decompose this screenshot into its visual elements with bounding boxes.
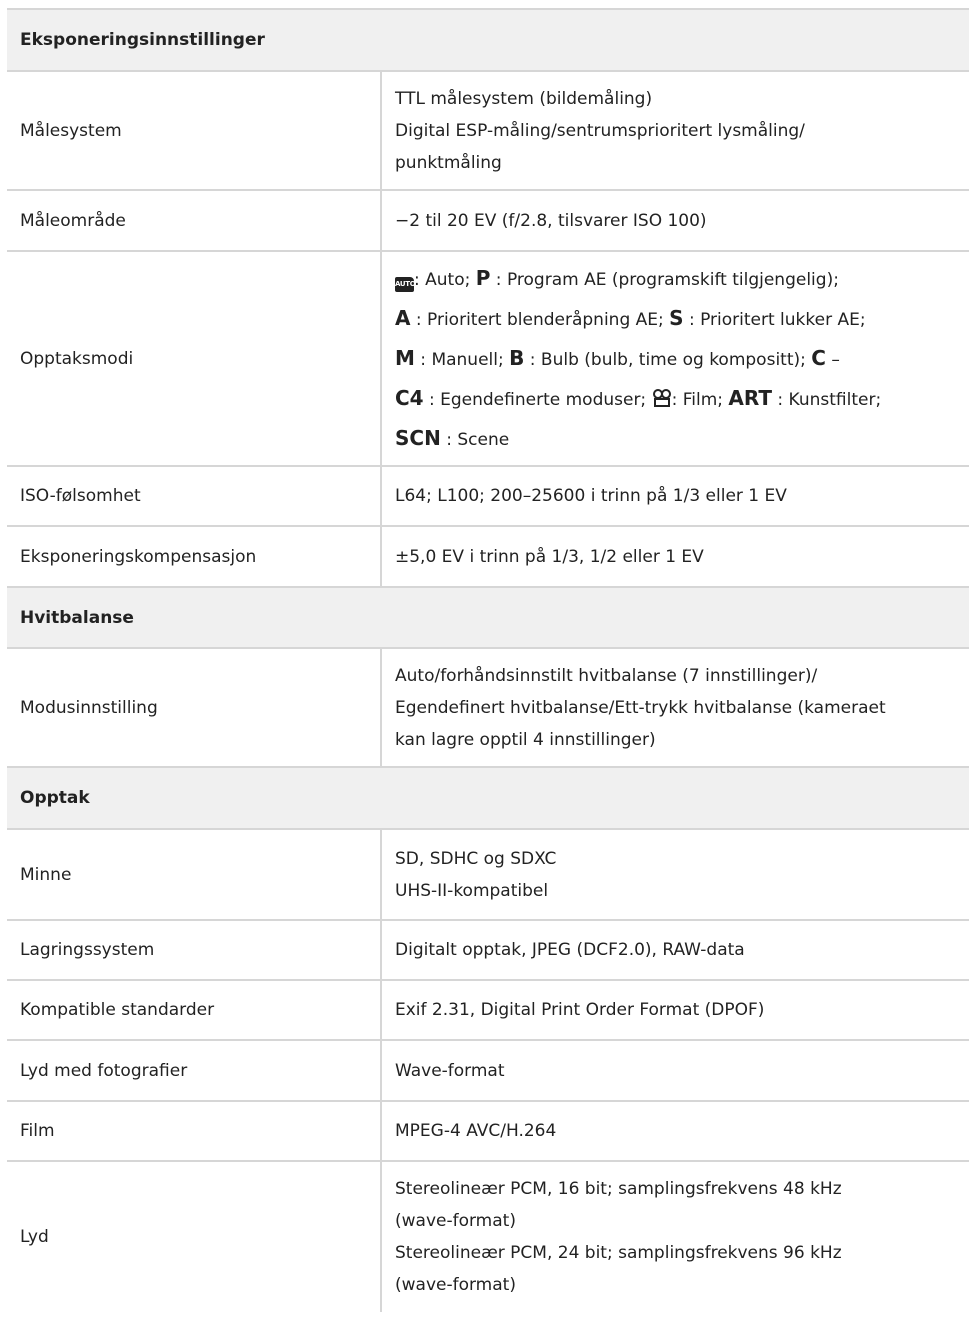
row-value: Wave-format	[382, 1041, 969, 1100]
row-label: ISO-følsomhet	[7, 467, 382, 525]
row-value: Auto/forhåndsinnstilt hvitbalanse (7 inn…	[382, 649, 969, 766]
section-header-exposure: Eksponeringsinnstillinger	[7, 10, 969, 72]
row-label: Minne	[7, 830, 382, 919]
row-label: Film	[7, 1102, 382, 1160]
text: : Program AE (programskift tilgjengelig)…	[490, 269, 839, 290]
row-label: Lagringssystem	[7, 921, 382, 979]
section-header-recording: Opptak	[7, 768, 969, 830]
value-line: Egendefinert hvitbalanse/Ett-trykk hvitb…	[395, 697, 886, 718]
row-label: Lyd med fotografier	[7, 1041, 382, 1100]
table-row: Måleområde −2 til 20 EV (f/2.8, tilsvare…	[7, 191, 969, 252]
mode-letter: P	[475, 265, 491, 290]
section-title: Hvitbalanse	[20, 607, 134, 628]
mode-letter: S	[669, 305, 684, 330]
value-line: Digitalt opptak, JPEG (DCF2.0), RAW-data	[395, 940, 745, 960]
value-line: MPEG-4 AVC/H.264	[395, 1121, 557, 1141]
value-line: (wave-format)	[395, 1275, 516, 1295]
row-label: Modusinnstilling	[7, 649, 382, 766]
value-line: Digital ESP-måling/sentrumsprioritert ly…	[395, 120, 805, 141]
value-line: kan lagre opptil 4 innstillinger)	[395, 729, 656, 750]
table-row: Lagringssystem Digitalt opptak, JPEG (DC…	[7, 921, 969, 981]
table-row: Lyd med fotografier Wave-format	[7, 1041, 969, 1102]
section-title: Eksponeringsinnstillinger	[20, 30, 265, 50]
row-value: L64; L100; 200–25600 i trinn på 1/3 elle…	[382, 467, 969, 525]
section-title: Opptak	[20, 788, 90, 808]
value-line: Stereolineær PCM, 24 bit; samplingsfrekv…	[395, 1243, 842, 1263]
value-line: ±5,0 EV i trinn på 1/3, 1/2 eller 1 EV	[395, 546, 704, 567]
text: : Manuell;	[414, 349, 510, 370]
text: –	[825, 349, 840, 370]
text: : Film;	[671, 389, 729, 410]
value-line: M : Manuell; B : Bulb (bulb, time og kom…	[395, 339, 959, 379]
mode-letter: M	[395, 345, 415, 370]
auto-mode-icon: AUTO	[395, 276, 416, 292]
movie-camera-icon	[652, 388, 671, 407]
text: : Egendefinerte moduser;	[423, 389, 652, 410]
row-label: Kompatible standarder	[7, 981, 382, 1039]
table-row: Film MPEG-4 AVC/H.264	[7, 1102, 969, 1162]
value-line: A : Prioritert blenderåpning AE; S : Pri…	[395, 299, 959, 339]
row-value: Stereolineær PCM, 16 bit; samplingsfrekv…	[382, 1162, 969, 1312]
value-line: Exif 2.31, Digital Print Order Format (D…	[395, 1000, 765, 1020]
value-line: (wave-format)	[395, 1211, 516, 1231]
row-label: Eksponeringskompensasjon	[7, 527, 382, 586]
value-line: UHS-II-kompatibel	[395, 880, 549, 901]
row-value: SD, SDHC og SDXC UHS-II-kompatibel	[382, 830, 969, 919]
value-line: SD, SDHC og SDXC	[395, 848, 557, 869]
value-line: SCN : Scene	[395, 419, 959, 459]
mode-letter: B	[509, 345, 525, 370]
value-line: Stereolineær PCM, 16 bit; samplingsfrekv…	[395, 1179, 842, 1199]
row-value: Exif 2.31, Digital Print Order Format (D…	[382, 981, 969, 1039]
value-line: C4 : Egendefinerte moduser; : Film; ART …	[395, 379, 959, 419]
value-line: AUTO: Auto; P : Program AE (programskift…	[395, 259, 959, 299]
mode-letter: SCN	[395, 425, 441, 450]
row-value: Digitalt opptak, JPEG (DCF2.0), RAW-data	[382, 921, 969, 979]
table-row: Eksponeringskompensasjon ±5,0 EV i trinn…	[7, 527, 969, 588]
mode-letter: C	[811, 345, 826, 370]
table-row: Minne SD, SDHC og SDXC UHS-II-kompatibel	[7, 830, 969, 921]
spec-table: Eksponeringsinnstillinger Målesystem TTL…	[7, 8, 969, 1312]
row-value: ±5,0 EV i trinn på 1/3, 1/2 eller 1 EV	[382, 527, 969, 586]
row-label: Målesystem	[7, 72, 382, 189]
mode-letter: C4	[395, 385, 424, 410]
text: : Bulb (bulb, time og kompositt);	[524, 349, 812, 370]
text: : Prioritert lukker AE;	[683, 309, 866, 330]
mode-letter: A	[395, 305, 411, 330]
value-line: Wave-format	[395, 1060, 505, 1081]
text: : Auto;	[414, 269, 476, 290]
row-value: MPEG-4 AVC/H.264	[382, 1102, 969, 1160]
table-row: Modusinnstilling Auto/forhåndsinnstilt h…	[7, 649, 969, 768]
table-row: Opptaksmodi AUTO: Auto; P : Program AE (…	[7, 252, 969, 467]
row-label: Lyd	[7, 1162, 382, 1312]
row-value: TTL målesystem (bildemåling) Digital ESP…	[382, 72, 969, 189]
table-row: Lyd Stereolineær PCM, 16 bit; samplingsf…	[7, 1162, 969, 1312]
row-value: AUTO: Auto; P : Program AE (programskift…	[382, 252, 969, 465]
value-line: TTL målesystem (bildemåling)	[395, 88, 653, 109]
text: : Prioritert blenderåpning AE;	[410, 309, 670, 330]
mode-letter: ART	[728, 385, 773, 410]
value-line: −2 til 20 EV (f/2.8, tilsvarer ISO 100)	[395, 210, 707, 231]
value-line: Auto/forhåndsinnstilt hvitbalanse (7 inn…	[395, 665, 818, 686]
section-header-white-balance: Hvitbalanse	[7, 588, 969, 649]
value-line: L64; L100; 200–25600 i trinn på 1/3 elle…	[395, 486, 787, 506]
row-label: Måleområde	[7, 191, 382, 250]
table-row: Målesystem TTL målesystem (bildemåling) …	[7, 72, 969, 191]
text: : Kunstfilter;	[772, 389, 882, 410]
table-row: Kompatible standarder Exif 2.31, Digital…	[7, 981, 969, 1041]
row-value: −2 til 20 EV (f/2.8, tilsvarer ISO 100)	[382, 191, 969, 250]
text: : Scene	[440, 429, 510, 450]
row-label: Opptaksmodi	[7, 252, 382, 465]
table-row: ISO-følsomhet L64; L100; 200–25600 i tri…	[7, 467, 969, 527]
value-line: punktmåling	[395, 152, 502, 173]
